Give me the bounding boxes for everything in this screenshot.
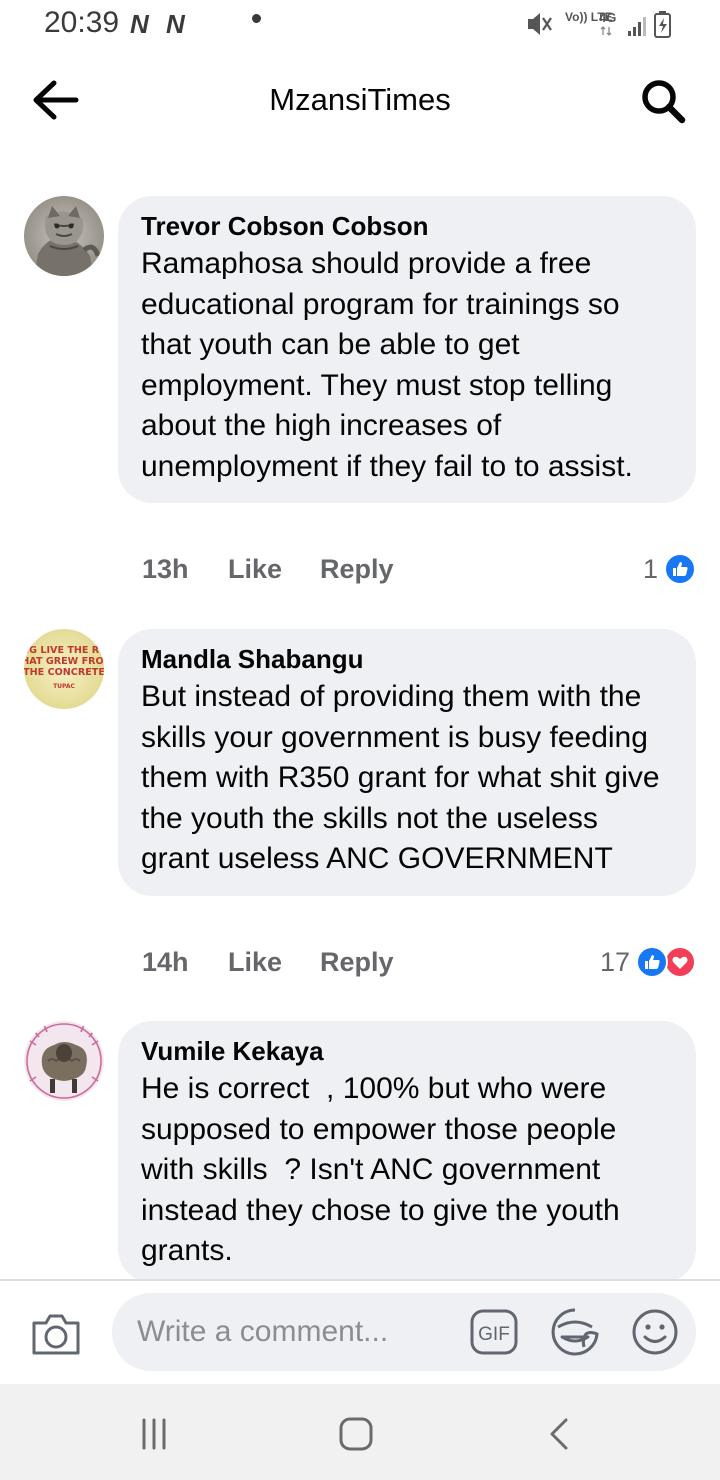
svg-text:4G: 4G (599, 10, 616, 25)
reply-button[interactable]: Reply (320, 554, 394, 585)
recent-apps-icon[interactable] (134, 1414, 174, 1454)
notification-n-icon: N (166, 9, 185, 39)
reply-button[interactable]: Reply (320, 947, 394, 978)
svg-text:TUPAC: TUPAC (53, 683, 75, 690)
comment-composer: Write a comment... GIF (0, 1281, 720, 1384)
comment-text: Ramaphosa should provide a free educatio… (141, 247, 633, 483)
status-icons: Vo)) LTE 4G (528, 10, 671, 38)
comment-author[interactable]: Mandla Shabangu (141, 643, 674, 675)
comment-bubble[interactable]: Trevor Cobson Cobson Ramaphosa should pr… (118, 196, 696, 503)
like-button[interactable]: Like (228, 554, 282, 585)
back-nav-icon[interactable] (540, 1414, 580, 1454)
notification-dot-icon (252, 14, 261, 23)
like-reaction-icon (664, 553, 696, 585)
home-icon[interactable] (336, 1414, 376, 1454)
gif-icon[interactable]: GIF (470, 1309, 518, 1355)
comment-input-placeholder: Write a comment... (137, 1315, 389, 1348)
like-reaction-icon (636, 946, 668, 978)
signal-icon (628, 17, 646, 36)
status-time: 20:39 (44, 6, 120, 39)
svg-text:THAT GREW FROM: THAT GREW FROM (24, 656, 104, 667)
reaction-count: 1 (642, 553, 658, 584)
comment-input[interactable]: Write a comment... GIF (112, 1293, 696, 1371)
sheep-avatar-image (24, 1021, 104, 1101)
app-bar: MzansiTimes (0, 50, 720, 150)
comment-bubble[interactable]: Mandla Shabangu But instead of providing… (118, 629, 696, 896)
comment-timestamp: 13h (142, 554, 189, 584)
reaction-count: 17 (599, 946, 630, 977)
svg-text:LONG LIVE THE ROSE: LONG LIVE THE ROSE (24, 645, 104, 656)
comment-author[interactable]: Trevor Cobson Cobson (141, 210, 674, 242)
page-title: MzansiTimes (269, 82, 451, 117)
reaction-summary[interactable]: 17 (600, 944, 696, 980)
sticker-icon[interactable] (550, 1307, 600, 1357)
avatar[interactable] (24, 1021, 104, 1101)
svg-text:GIF: GIF (478, 1324, 510, 1345)
svg-text:THE CONCRETE: THE CONCRETE (24, 667, 104, 678)
comment-actions: 13h Like Reply (142, 554, 696, 594)
comment-author[interactable]: Vumile Kekaya (141, 1035, 674, 1067)
quote-avatar-image: LONG LIVE THE ROSE THAT GREW FROM THE CO… (24, 629, 104, 709)
battery-icon (654, 11, 671, 38)
like-button[interactable]: Like (228, 947, 282, 978)
comment-text: But instead of providing them with the s… (141, 680, 668, 875)
search-icon[interactable] (638, 76, 688, 126)
camera-icon[interactable] (30, 1311, 82, 1357)
reaction-summary[interactable]: 1 (643, 551, 696, 587)
emoji-icon[interactable] (630, 1307, 680, 1357)
notification-n-icon: N (130, 9, 149, 39)
comment-bubble[interactable]: Vumile Kekaya He is correct , 100% but w… (118, 1021, 696, 1283)
comment-timestamp: 14h (142, 947, 189, 977)
network-4g-icon: 4G (599, 10, 616, 36)
comment-text: He is correct , 100% but who were suppos… (141, 1072, 628, 1267)
avatar[interactable]: LONG LIVE THE ROSE THAT GREW FROM THE CO… (24, 629, 104, 709)
love-reaction-icon (664, 946, 696, 978)
system-nav-bar (0, 1384, 720, 1480)
cat-avatar-image (24, 196, 104, 276)
avatar[interactable] (24, 196, 104, 276)
status-bar: 20:39 N N Vo)) LTE 4G (0, 0, 720, 50)
mute-icon (528, 13, 552, 35)
